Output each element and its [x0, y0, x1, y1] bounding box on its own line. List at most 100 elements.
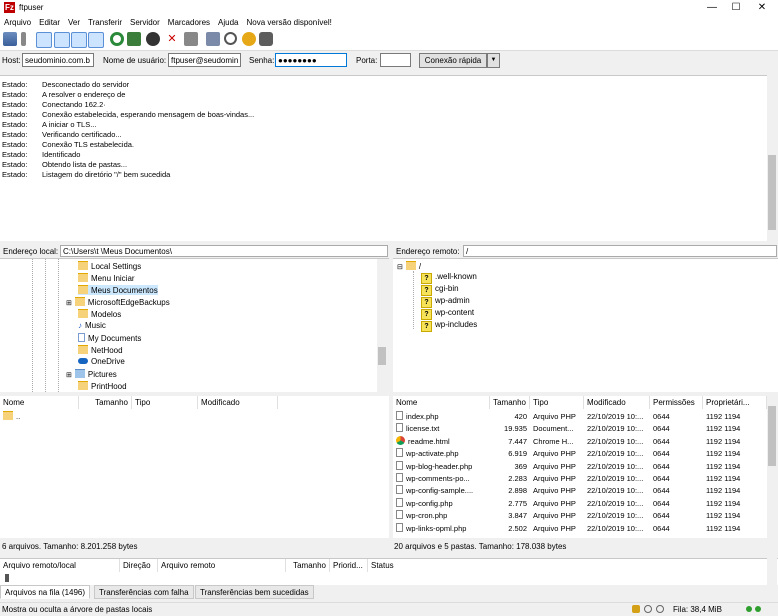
- file-row[interactable]: wp-config.php 2.775 Arquivo PHP 22/10/2019 …: [393, 497, 767, 510]
- queue-header-remote-file[interactable]: Arquivo remoto: [158, 559, 286, 572]
- password-input[interactable]: ●●●●●●●●: [275, 53, 347, 67]
- tree-item[interactable]: Local Settings: [78, 261, 141, 271]
- file-owner: 1192 1194: [706, 449, 741, 459]
- file-row[interactable]: wp-links-opml.php 2.502 Arquivo PHP 22/10/2…: [393, 522, 767, 535]
- queue-header-status[interactable]: Status: [368, 559, 758, 572]
- file-perm: 0644: [653, 498, 670, 508]
- local-tree-scrollbar[interactable]: [377, 259, 387, 392]
- queue-scrollbar[interactable]: [767, 558, 777, 585]
- column-header-owner[interactable]: Proprietári...: [703, 396, 767, 409]
- close-button[interactable]: ✕: [752, 1, 772, 14]
- menu-arquivo[interactable]: Arquivo: [0, 16, 35, 27]
- tree-item[interactable]: ? wp-content: [421, 308, 474, 320]
- queue-header-direction[interactable]: Direção: [120, 559, 158, 572]
- file-row[interactable]: wp-config-sample.... 2.898 Arquivo PHP 22/1…: [393, 485, 767, 497]
- process-queue-icon[interactable]: [127, 32, 141, 46]
- menu-editar[interactable]: Editar: [35, 16, 64, 27]
- tree-item[interactable]: ⊞ MicrosoftEdgeBackups: [66, 297, 170, 307]
- toggle-log-icon[interactable]: [36, 32, 52, 48]
- host-input[interactable]: seudominio.com.b: [22, 53, 94, 67]
- tree-item[interactable]: My Documents: [78, 333, 141, 343]
- column-header-permissions[interactable]: Permissões: [650, 396, 703, 409]
- refresh-icon[interactable]: [110, 32, 124, 46]
- remote-address-input[interactable]: /: [463, 245, 777, 257]
- sync-browsing-icon[interactable]: [242, 32, 256, 46]
- tree-item-selected[interactable]: Meus Documentos: [78, 285, 158, 295]
- site-manager-dropdown-icon[interactable]: [21, 32, 26, 46]
- local-folder-tree: Local Settings Menu Iniciar Meus Documen…: [0, 259, 377, 392]
- tree-item[interactable]: OneDrive: [78, 357, 125, 366]
- unknown-folder-icon: ?: [421, 321, 432, 332]
- file-row[interactable]: wp-cron.php 3.847 Arquivo PHP 22/10/2019 10…: [393, 510, 767, 522]
- filter-icon[interactable]: [206, 32, 220, 46]
- tree-item[interactable]: ? cgi-bin: [421, 284, 459, 296]
- tab-successful-transfers[interactable]: Transferências bem sucedidas: [195, 585, 314, 599]
- tab-failed-transfers[interactable]: Transferências com falha: [94, 585, 194, 599]
- tree-item[interactable]: ? .well-known: [421, 272, 477, 284]
- tree-item[interactable]: ? wp-includes: [421, 320, 477, 332]
- column-header-type[interactable]: Tipo: [132, 396, 198, 409]
- speed-limit-icon[interactable]: [656, 605, 664, 613]
- search-icon[interactable]: [259, 32, 273, 46]
- quickconnect-dropdown-button[interactable]: ▼: [487, 53, 500, 68]
- file-row[interactable]: wp-activate.php 6.919 Arquivo PHP 22/10/201…: [393, 448, 767, 460]
- column-header-modified[interactable]: Modificado: [198, 396, 278, 409]
- tree-root[interactable]: ⊟ /: [397, 261, 421, 271]
- remote-list-scrollbar[interactable]: [767, 396, 777, 538]
- column-header-size[interactable]: Tamanho: [79, 396, 132, 409]
- file-owner: 1192 1194: [706, 424, 741, 434]
- file-icon: [396, 510, 403, 520]
- quickconnect-button[interactable]: Conexão rápida: [419, 53, 487, 68]
- maximize-button[interactable]: ☐: [726, 1, 746, 14]
- site-manager-icon[interactable]: [3, 32, 17, 46]
- tab-queued-files[interactable]: Arquivos na fila (1496): [0, 585, 91, 599]
- queue-header-priority[interactable]: Priorid...: [330, 559, 368, 572]
- toggle-remote-tree-icon[interactable]: [71, 32, 87, 48]
- log-scrollbar[interactable]: [767, 75, 777, 240]
- expand-icon[interactable]: ⊞: [66, 300, 72, 307]
- column-header-name[interactable]: Nome: [393, 396, 490, 409]
- menu-transferir[interactable]: Transferir: [84, 16, 126, 27]
- file-icon: [396, 448, 403, 458]
- column-header-modified[interactable]: Modificado: [584, 396, 650, 409]
- collapse-icon[interactable]: ⊟: [397, 264, 403, 271]
- menu-ver[interactable]: Ver: [64, 16, 84, 27]
- file-row[interactable]: readme.html 7.447 Chrome H... 22/10/2019 10…: [393, 435, 767, 448]
- tree-item[interactable]: ♪ Music: [78, 321, 106, 330]
- column-header-size[interactable]: Tamanho: [490, 396, 530, 409]
- file-row[interactable]: index.php 420 Arquivo PHP 22/10/2019 10:...…: [393, 411, 767, 423]
- file-name: wp-blog-header.php: [396, 460, 490, 473]
- toggle-queue-icon[interactable]: [88, 32, 104, 48]
- column-header-type[interactable]: Tipo: [530, 396, 584, 409]
- minimize-button[interactable]: —: [702, 1, 722, 14]
- queue-header-size[interactable]: Tamanho: [286, 559, 330, 572]
- gear-icon[interactable]: [644, 605, 652, 613]
- menu-servidor[interactable]: Servidor: [126, 16, 164, 27]
- column-header-name[interactable]: Nome: [0, 396, 79, 409]
- menu-nova-versao[interactable]: Nova versão disponível!: [243, 16, 336, 27]
- file-row[interactable]: ..: [3, 411, 373, 423]
- file-row[interactable]: wp-comments-po... 2.283 Arquivo PHP 22/10/2…: [393, 473, 767, 485]
- folder-icon: [3, 411, 13, 420]
- tree-item[interactable]: Modelos: [78, 309, 121, 319]
- file-row[interactable]: wp-blog-header.php 369 Arquivo PHP 22/10/20…: [393, 460, 767, 473]
- local-address-input[interactable]: C:\Users\t \Meus Documentos\: [60, 245, 388, 257]
- cancel-operation-icon[interactable]: [146, 32, 160, 46]
- menu-ajuda[interactable]: Ajuda: [214, 16, 242, 27]
- expand-icon[interactable]: ⊞: [66, 372, 72, 379]
- queue-header-local-file[interactable]: Arquivo remoto/local: [0, 559, 120, 572]
- tree-item[interactable]: ? wp-admin: [421, 296, 470, 308]
- tree-item[interactable]: NetHood: [78, 345, 123, 355]
- toggle-local-tree-icon[interactable]: [54, 32, 70, 48]
- disconnect-icon[interactable]: ✕: [165, 32, 179, 46]
- host-label: Host:: [2, 56, 21, 65]
- tree-item[interactable]: Menu Iniciar: [78, 273, 135, 283]
- user-input[interactable]: ftpuser@seudomin: [168, 53, 241, 67]
- tree-item[interactable]: PrintHood: [78, 381, 127, 391]
- reconnect-icon[interactable]: [184, 32, 198, 46]
- menu-marcadores[interactable]: Marcadores: [164, 16, 214, 27]
- file-row[interactable]: license.txt 19.935 Document... 22/10/2019 1…: [393, 423, 767, 435]
- compare-icon[interactable]: [224, 32, 237, 45]
- port-input[interactable]: [380, 53, 411, 67]
- tree-item[interactable]: ⊞ Pictures: [66, 369, 117, 379]
